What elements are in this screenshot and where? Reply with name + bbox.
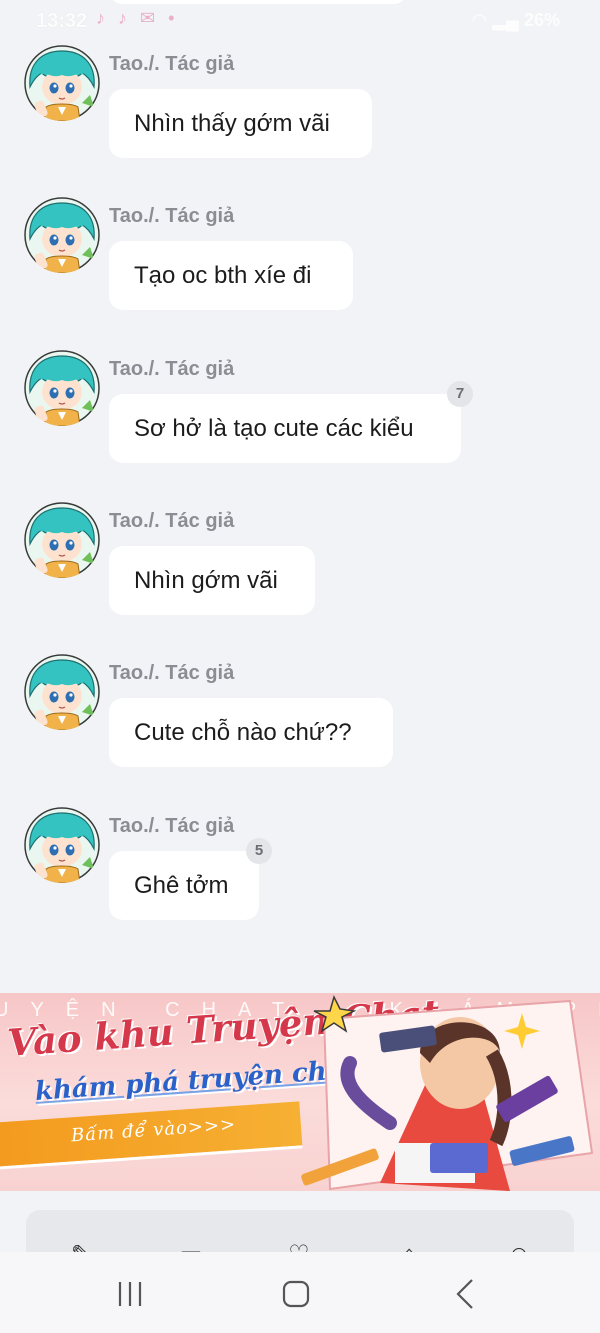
message-author: Tao./. Tác giả: [109, 358, 235, 380]
message-bubble[interactable]: Nhìn thấy gớm vãi: [109, 89, 372, 158]
message-bubble[interactable]: Nhìn gớm vãi: [109, 546, 315, 615]
message-author: Tao./. Tác giả: [109, 205, 235, 227]
message-bubble[interactable]: Tạo oc bth xíe đi: [109, 241, 353, 310]
status-bar: 13:32 ♪ ♪ ✉ • ◠ ▂▄ 26%: [0, 0, 600, 40]
message-author: Tao./. Tác giả: [109, 815, 235, 837]
avatar[interactable]: [24, 502, 100, 578]
banner-cta-label: Bấm để vào>>>: [70, 1113, 237, 1147]
recent-apps-icon[interactable]: [110, 1274, 150, 1314]
battery-level: 26%: [523, 10, 560, 30]
chat-message: Tao./. Tác giả Ghê tởm 5: [0, 807, 600, 947]
avatar[interactable]: [24, 197, 100, 273]
home-icon[interactable]: [276, 1274, 316, 1314]
reaction-count-badge[interactable]: 7: [447, 381, 473, 407]
chat-message: Tao./. Tác giả Sơ hở là tạo cute các kiể…: [0, 350, 600, 490]
banner-cta-button[interactable]: Bấm để vào>>>: [0, 1101, 303, 1167]
notification-icons: ♪ ♪ ✉ •: [96, 8, 179, 28]
chat-message: Tao./. Tác giả Nhìn gớm vãi: [0, 502, 600, 642]
status-time: 13:32: [36, 10, 88, 32]
reaction-count-badge[interactable]: 5: [246, 838, 272, 864]
system-nav-bar: [0, 1252, 600, 1333]
message-author: Tao./. Tác giả: [109, 662, 235, 684]
wifi-icon: ◠: [471, 10, 488, 30]
chat-message: Tao./. Tác giả Cute chỗ nào chứ??: [0, 654, 600, 794]
message-bubble[interactable]: Ghê tởm: [109, 851, 259, 920]
chat-message: Tao./. Tác giả Tạo oc bth xíe đi: [0, 197, 600, 337]
avatar[interactable]: [24, 807, 100, 883]
message-bubble[interactable]: Sơ hở là tạo cute các kiểu: [109, 394, 461, 463]
promo-banner[interactable]: UYỆN CHAT · KHÁM PHÁ Vào khu Truyện Chat…: [0, 993, 600, 1191]
avatar[interactable]: [24, 654, 100, 730]
signal-icon: ▂▄: [492, 10, 519, 30]
banner-illustration: [301, 994, 594, 1191]
status-icons-right: ◠ ▂▄ 26%: [472, 10, 560, 31]
chat-message: Tao./. Tác giả Nhìn thấy gớm vãi: [0, 45, 600, 185]
message-author: Tao./. Tác giả: [109, 510, 235, 532]
avatar[interactable]: [24, 45, 100, 121]
message-author: Tao./. Tác giả: [109, 53, 235, 75]
message-bubble[interactable]: Cute chỗ nào chứ??: [109, 698, 393, 767]
avatar[interactable]: [24, 350, 100, 426]
back-icon[interactable]: [446, 1274, 486, 1314]
